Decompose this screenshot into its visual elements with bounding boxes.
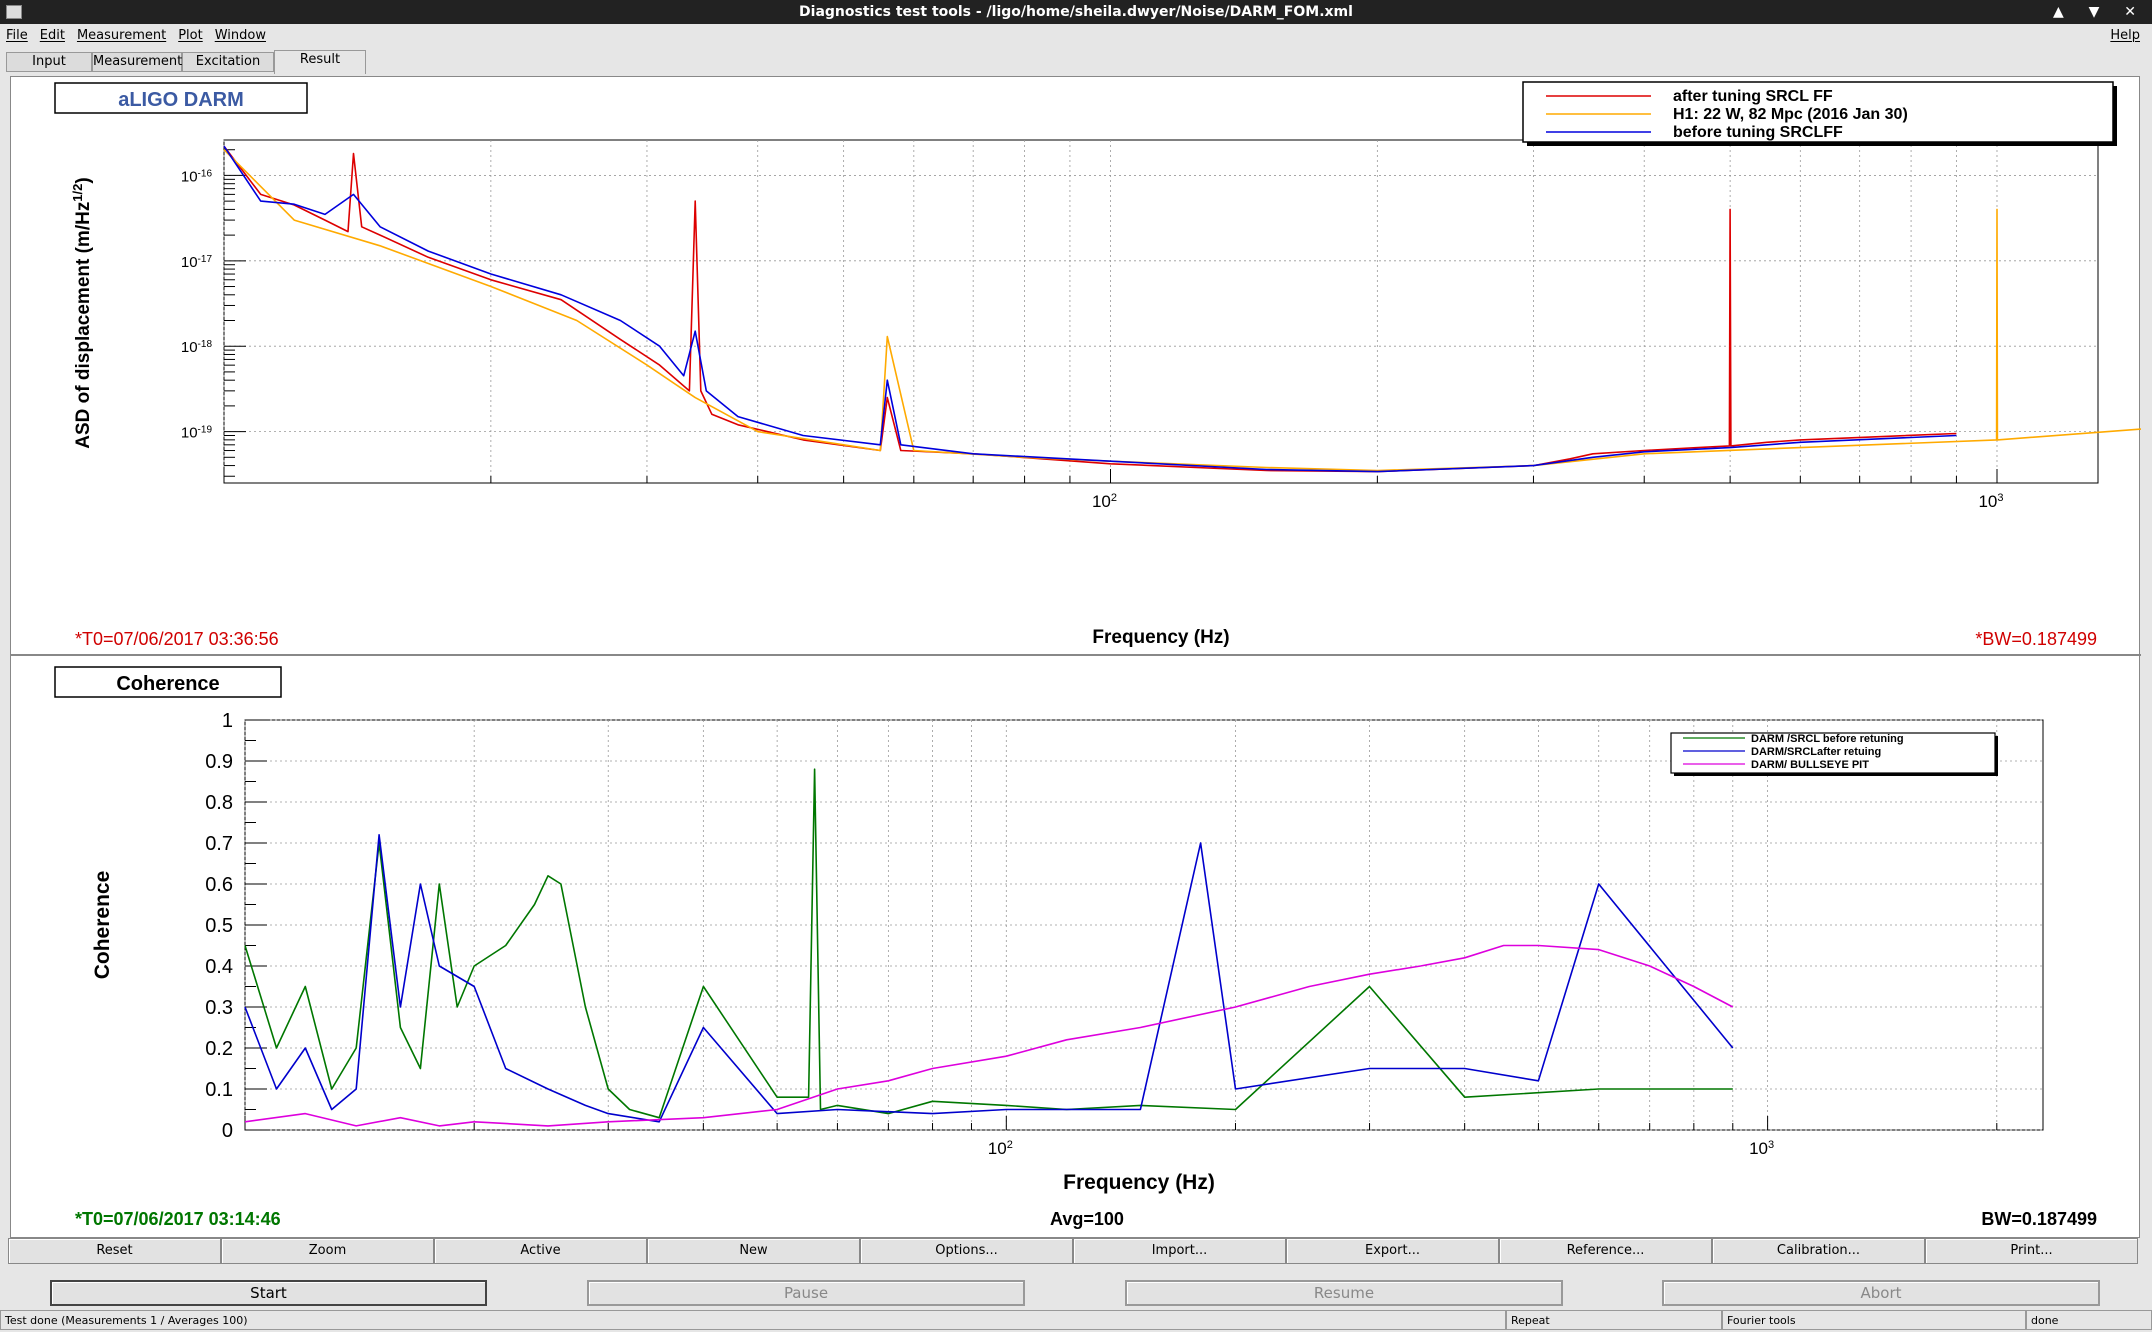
- window-title: Diagnostics test tools - /ligo/home/shei…: [799, 4, 1353, 20]
- y-tick-label: 10-16: [181, 168, 213, 186]
- print-button[interactable]: Print...: [1925, 1238, 2138, 1264]
- top-bw: *BW=0.187499: [1975, 629, 2097, 649]
- status-bar: Test done (Measurements 1 / Averages 100…: [0, 1310, 2152, 1332]
- tab-measurement[interactable]: Measurement: [92, 52, 182, 72]
- import-button[interactable]: Import...: [1073, 1238, 1286, 1264]
- tab-result[interactable]: Result: [274, 50, 366, 74]
- top-legend-label: before tuning SRCLFF: [1673, 124, 1843, 141]
- bottom-t0: *T0=07/06/2017 03:14:46: [75, 1209, 281, 1229]
- x-tick-label: 102: [1092, 492, 1117, 511]
- window-titlebar: Diagnostics test tools - /ligo/home/shei…: [0, 0, 2152, 24]
- y-tick-label: 0.9: [205, 751, 233, 773]
- darm-plot[interactable]: aLIGO DARM 102 103 10-16 10-17 10-18 10-19 AS…: [54, 81, 2152, 649]
- top-legend-label: H1: 22 W, 82 Mpc (2016 Jan 30): [1673, 106, 1908, 123]
- menu-window[interactable]: Window: [209, 24, 272, 48]
- bottom-legend: DARM /SRCL before retuning DARM/SRCLafte…: [1670, 732, 1998, 776]
- options-button[interactable]: Options...: [860, 1238, 1073, 1264]
- plot-button-bar: Reset Zoom Active New Options... Import.…: [8, 1238, 2140, 1266]
- result-panel: aLIGO DARM 102 103 10-16 10-17 10-18 10-19 AS…: [10, 76, 2152, 1238]
- abort-button[interactable]: Abort: [1662, 1280, 2100, 1306]
- top-t0: *T0=07/06/2017 03:36:56: [75, 629, 279, 649]
- bottom-legend-label: DARM/ BULLSEYE PIT: [1751, 759, 1869, 771]
- export-button[interactable]: Export...: [1286, 1238, 1499, 1264]
- status-state: done: [2026, 1310, 2152, 1330]
- active-button[interactable]: Active: [434, 1238, 647, 1264]
- y-tick-label: 0: [222, 1120, 233, 1142]
- top-xlabel: Frequency (Hz): [1092, 627, 1229, 648]
- top-legend-label: after tuning SRCL FF: [1673, 88, 1833, 105]
- bottom-legend-label: DARM /SRCL before retuning: [1751, 733, 1904, 745]
- menubar: File Edit Measurement Plot Window Help: [0, 24, 2152, 48]
- tab-input[interactable]: Input: [6, 52, 92, 72]
- reset-button[interactable]: Reset: [8, 1238, 221, 1264]
- tab-excitation[interactable]: Excitation: [182, 52, 274, 72]
- resume-button[interactable]: Resume: [1125, 1280, 1563, 1306]
- y-tick-label: 0.5: [205, 915, 233, 937]
- y-tick-label: 0.8: [205, 792, 233, 814]
- bottom-xlabel: Frequency (Hz): [1063, 1171, 1215, 1194]
- menu-help[interactable]: Help: [2104, 24, 2146, 48]
- plots-canvas: aLIGO DARM 102 10310-1610-1710-1810-19 AS…: [11, 81, 2152, 1229]
- pause-button[interactable]: Pause: [587, 1280, 1025, 1306]
- menu-measurement[interactable]: Measurement: [71, 24, 172, 48]
- app-icon: [6, 5, 22, 19]
- x-tick-exponent: 2: [1111, 492, 1117, 504]
- status-repeat: Repeat: [1506, 1310, 1722, 1330]
- y-tick-label: 0.3: [205, 997, 233, 1019]
- x-tick-label: 102: [988, 1139, 1013, 1158]
- x-tick-label: 103: [1978, 492, 2003, 511]
- coherence-plot[interactable]: Coherence 102 103 0 0.1 0.2 0.3 0.4 0.5 0.6 0.7 0.…: [54, 666, 2097, 1229]
- top-legend: after tuning SRCL FF H1: 22 W, 82 Mpc (2…: [1522, 81, 2117, 146]
- calibration-button[interactable]: Calibration...: [1712, 1238, 1925, 1264]
- y-tick-label: 10-19: [181, 424, 213, 442]
- reference-button[interactable]: Reference...: [1499, 1238, 1712, 1264]
- status-tool: Fourier tools: [1722, 1310, 2026, 1330]
- y-tick-exponent: -17: [198, 253, 213, 264]
- x-tick-exponent: 2: [1007, 1139, 1013, 1151]
- bottom-avg: Avg=100: [1050, 1209, 1124, 1229]
- top-ylabel: ASD of displacement (m/Hz1/2): [70, 177, 95, 448]
- y-tick-label: 0.4: [205, 956, 233, 978]
- bottom-title: Coherence: [116, 673, 219, 695]
- y-tick-exponent: -19: [198, 424, 213, 435]
- y-tick-label: 0.2: [205, 1038, 233, 1060]
- bottom-plot-frame: [244, 719, 2044, 1131]
- action-bar: Start Pause Resume Abort: [0, 1280, 2152, 1308]
- new-button[interactable]: New: [647, 1238, 860, 1264]
- y-tick-label: 10-18: [181, 339, 213, 357]
- top-title: aLIGO DARM: [118, 89, 244, 111]
- bottom-bw: BW=0.187499: [1981, 1209, 2097, 1229]
- start-button[interactable]: Start: [50, 1280, 487, 1306]
- status-message: Test done (Measurements 1 / Averages 100…: [0, 1310, 1506, 1330]
- y-tick-label: 0.6: [205, 874, 233, 896]
- x-tick-exponent: 3: [1768, 1139, 1774, 1151]
- y-tick-label: 1: [222, 710, 233, 732]
- bottom-ylabel: Coherence: [91, 871, 114, 980]
- menu-file[interactable]: File: [0, 24, 34, 48]
- y-tick-label: 10-17: [181, 253, 213, 270]
- y-tick-label: 0.7: [205, 833, 233, 855]
- y-tick-label: 0.1: [205, 1079, 233, 1101]
- menu-edit[interactable]: Edit: [34, 24, 71, 48]
- zoom-button[interactable]: Zoom: [221, 1238, 434, 1264]
- bottom-legend-label: DARM/SRCLafter retuing: [1751, 746, 1881, 758]
- y-tick-exponent: -16: [198, 168, 213, 179]
- menu-plot[interactable]: Plot: [172, 24, 209, 48]
- x-tick-label: 103: [1749, 1139, 1774, 1158]
- y-tick-exponent: -18: [198, 339, 213, 350]
- window-controls[interactable]: ▲ ▼ ✕: [2053, 0, 2146, 24]
- x-tick-exponent: 3: [1997, 492, 2003, 504]
